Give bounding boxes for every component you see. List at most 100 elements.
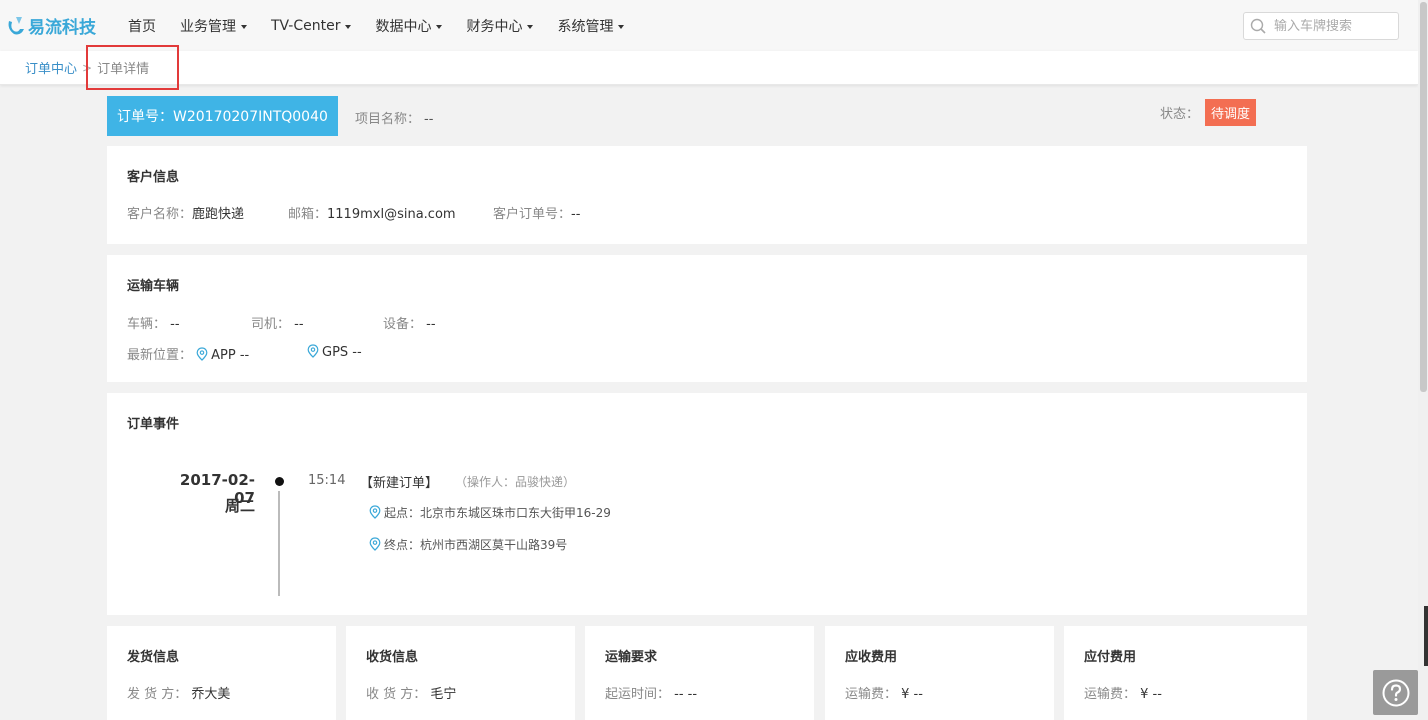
order-events-title: 订单事件	[127, 417, 180, 432]
receivable-freight-label: 运输费：	[845, 687, 898, 702]
vehicle-value: --	[170, 317, 180, 332]
receivable-fees-card: 应收费用 运输费： ¥ --	[825, 626, 1054, 720]
event-origin: 起点：北京市东城区珠市口东大街甲16-29	[369, 504, 611, 521]
project-value: --	[424, 112, 434, 127]
status-badge: 待调度	[1205, 99, 1257, 126]
location-pin-icon	[196, 347, 208, 361]
receivable-freight-field: 运输费： ¥ --	[845, 683, 923, 702]
vehicle-label: 车辆：	[127, 317, 167, 332]
customer-order-number-label: 客户订单号：	[493, 207, 572, 222]
order-number: 订单号：W20170207INTQ0040	[117, 109, 328, 125]
timeline-line	[278, 491, 280, 596]
receivable-freight-value: ¥ --	[901, 687, 923, 702]
top-navbar: 易流科技 首页 业务管理 TV-Center 数据中心 财务中心 系统管理	[0, 0, 1418, 51]
help-icon	[1382, 679, 1409, 706]
location-pin-icon	[369, 505, 381, 519]
app-location[interactable]: APP --	[211, 348, 249, 363]
customer-email: 邮箱：1119mxl@sina.com	[288, 203, 456, 222]
plate-search-box	[1243, 12, 1399, 40]
event-name: 【新建订单】	[360, 476, 439, 491]
receiver-value: 毛宁	[430, 687, 457, 702]
brand-logo[interactable]: 易流科技	[6, 13, 116, 38]
receiver-info-card: 收货信息 收 货 方： 毛宁	[346, 626, 575, 720]
event-time: 15:14	[308, 473, 346, 488]
transport-requirements-card: 运输要求 起运时间： -- --	[585, 626, 814, 720]
menu-item-data-center[interactable]: 数据中心	[375, 16, 443, 36]
menu-label: 系统管理	[557, 18, 614, 35]
shipper-info-card: 发货信息 发 货 方： 乔大美	[107, 626, 336, 720]
customer-name-label: 客户名称：	[127, 207, 193, 222]
menu-item-home[interactable]: 首页	[128, 16, 156, 36]
location-pin-icon	[369, 537, 381, 551]
breadcrumb: 订单中心 > 订单详情	[0, 51, 1418, 85]
plate-search-input[interactable]	[1274, 18, 1384, 34]
menu-item-business[interactable]: 业务管理	[180, 16, 247, 36]
payable-freight-label: 运输费：	[1084, 687, 1137, 702]
breadcrumb-link-order-center[interactable]: 订单中心	[25, 58, 77, 77]
driver-value: --	[294, 317, 304, 332]
timeline-dot	[275, 477, 284, 486]
menu-item-system[interactable]: 系统管理	[557, 16, 625, 36]
project-label: 项目名称：	[355, 112, 421, 127]
receiver-label: 收 货 方：	[366, 687, 427, 702]
menu-label: 数据中心	[375, 18, 432, 35]
driver-label: 司机：	[251, 317, 291, 332]
event-operator: （操作人：品骏快递）	[455, 475, 576, 489]
scrollbar-thumb[interactable]	[1420, 2, 1427, 392]
payable-fees-title: 应付费用	[1084, 650, 1137, 665]
customer-order-number: 客户订单号：--	[493, 203, 580, 222]
search-icon[interactable]	[1250, 18, 1266, 34]
departure-time-field: 起运时间： -- --	[605, 683, 697, 702]
device-label: 设备：	[383, 317, 423, 332]
customer-info-card: 客户信息 客户名称：鹿跑快递 邮箱：1119mxl@sina.com 客户订单号…	[107, 146, 1307, 244]
customer-name: 客户名称：鹿跑快递	[127, 203, 244, 222]
menu-label: 业务管理	[180, 18, 236, 35]
gps-location-value[interactable]: GPS --	[322, 345, 362, 360]
location-pin-icon	[307, 344, 319, 358]
logo-icon	[8, 16, 24, 34]
device-value: --	[426, 317, 436, 332]
vehicle-plate: 车辆： --	[127, 313, 180, 332]
main-menu: 首页 业务管理 TV-Center 数据中心 财务中心 系统管理	[128, 16, 648, 36]
customer-email-label: 邮箱：	[288, 207, 328, 222]
chevron-down-icon	[345, 24, 352, 29]
departure-time-label: 起运时间：	[605, 687, 671, 702]
shipper-value: 乔大美	[191, 687, 231, 702]
order-number-tag: 订单号：W20170207INTQ0040	[107, 96, 338, 136]
receivable-fees-title: 应收费用	[845, 650, 898, 665]
highlight-box	[86, 45, 179, 90]
departure-time-value: -- --	[674, 687, 698, 702]
payable-fees-card: 应付费用 运输费： ¥ --	[1064, 626, 1307, 720]
menu-label: 财务中心	[466, 18, 523, 35]
customer-order-number-value: --	[571, 207, 581, 222]
menu-label: TV-Center	[271, 17, 341, 34]
transport-requirements-title: 运输要求	[605, 650, 658, 665]
chevron-down-icon	[527, 24, 534, 29]
menu-label: 首页	[128, 18, 156, 35]
help-button[interactable]	[1373, 670, 1418, 715]
menu-item-tv-center[interactable]: TV-Center	[271, 17, 352, 34]
transport-vehicle-title: 运输车辆	[127, 279, 180, 294]
order-status: 状态： 待调度	[1160, 99, 1257, 126]
customer-name-value: 鹿跑快递	[192, 207, 245, 222]
destination-address: 终点：杭州市西湖区莫干山路39号	[384, 538, 568, 552]
location-label: 最新位置：	[127, 348, 193, 363]
vehicle-driver: 司机： --	[251, 313, 304, 332]
shipper-field: 发 货 方： 乔大美	[127, 683, 230, 702]
vehicle-device: 设备： --	[383, 313, 436, 332]
chevron-down-icon	[241, 24, 247, 29]
event-weekday: 周二	[224, 497, 255, 515]
menu-item-finance[interactable]: 财务中心	[466, 16, 534, 36]
receiver-info-title: 收货信息	[366, 650, 419, 665]
scrollbar-marker	[1424, 606, 1428, 666]
shipper-info-title: 发货信息	[127, 650, 180, 665]
shipper-label: 发 货 方：	[127, 687, 188, 702]
gps-location: GPS --	[307, 344, 362, 360]
transport-vehicle-card: 运输车辆 车辆： -- 司机： -- 设备： -- 最新位置： APP -- G…	[107, 255, 1307, 382]
latest-location: 最新位置： APP --	[127, 344, 249, 363]
origin-address: 起点：北京市东城区珠市口东大街甲16-29	[384, 506, 611, 520]
status-label: 状态：	[1160, 107, 1200, 122]
chevron-down-icon	[618, 24, 625, 29]
customer-info-title: 客户信息	[127, 170, 180, 185]
logo-text: 易流科技	[28, 18, 96, 38]
